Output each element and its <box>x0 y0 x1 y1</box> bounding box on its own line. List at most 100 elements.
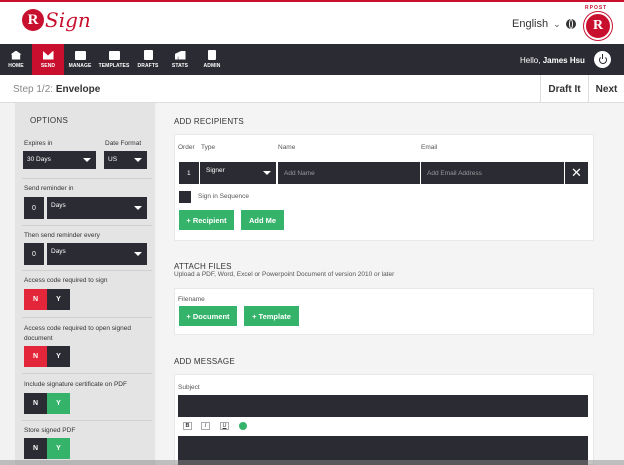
filename-label: Filename <box>178 296 205 303</box>
repeat-number[interactable]: 0 <box>24 243 44 265</box>
add-me-button[interactable]: Add Me <box>241 210 284 230</box>
rsign-logo[interactable]: R Sign <box>22 8 91 32</box>
reminder-unit-select[interactable]: Days <box>47 197 147 219</box>
inbox-icon <box>74 50 86 60</box>
link-icon[interactable] <box>239 422 247 430</box>
subject-input[interactable] <box>178 395 588 417</box>
logo-text: Sign <box>45 8 91 32</box>
step-bar: Step 1/2: Envelope Draft It Next <box>0 75 624 103</box>
step-indicator: Step 1/2: Envelope <box>13 84 100 95</box>
add-template-button[interactable]: + Template <box>244 306 299 326</box>
drafts-icon <box>143 50 153 60</box>
col-order: Order <box>178 144 195 151</box>
underline-button[interactable]: U <box>220 422 229 430</box>
nav-templates[interactable]: TEMPLATES <box>96 44 132 75</box>
nav-admin-label: ADMIN <box>203 63 221 69</box>
close-icon: ✕ <box>571 165 582 180</box>
repeat-unit-select[interactable]: Days <box>47 243 147 265</box>
bold-button[interactable]: B <box>183 422 192 430</box>
certificate-label: Include signature certificate on PDF <box>24 381 127 388</box>
globe-icon <box>565 19 576 29</box>
add-message-title: ADD MESSAGE <box>174 357 235 366</box>
files-card <box>174 288 594 335</box>
col-email: Email <box>421 144 438 151</box>
templates-icon <box>108 50 120 60</box>
col-type: Type <box>201 144 216 151</box>
stats-icon <box>174 50 186 60</box>
divider <box>22 225 152 226</box>
recipient-name-input[interactable]: Add Name <box>278 162 420 184</box>
nav-manage-label: MANAGE <box>68 62 92 69</box>
store-pdf-no-toggle[interactable]: N <box>24 438 47 459</box>
access-open-label: Access code required to open signed docu… <box>24 325 131 342</box>
badge-text: RPOST <box>585 5 608 11</box>
recipient-order: 1 <box>179 162 199 184</box>
remove-recipient-button[interactable]: ✕ <box>565 162 588 184</box>
language-selector[interactable]: English ⌄ <box>512 18 576 30</box>
reminder-unit: Days <box>51 202 66 209</box>
add-recipient-button[interactable]: + Recipient <box>179 210 234 230</box>
nav-send-label: SEND <box>40 62 56 69</box>
window-bottom-edge <box>0 460 624 465</box>
nav-admin[interactable]: ADMIN <box>196 44 228 75</box>
caret-down-icon <box>83 158 91 162</box>
logo-mark: R <box>22 9 44 31</box>
envelope-icon <box>42 50 54 60</box>
store-pdf-label: Store signed PDF <box>24 427 76 434</box>
logout-button[interactable] <box>594 51 611 68</box>
nav-drafts-label: DRAFTS <box>137 63 159 69</box>
attach-files-title: ATTACH FILES <box>174 262 232 271</box>
nav-drafts[interactable]: DRAFTS <box>132 44 164 75</box>
badge-letter: R <box>592 18 604 33</box>
certificate-yes-toggle[interactable]: Y <box>47 393 70 414</box>
italic-button[interactable]: I <box>201 422 210 430</box>
step-number: Step 1/2: <box>13 84 54 95</box>
access-open-yes-toggle[interactable]: Y <box>47 346 70 367</box>
user-greeting: Hello, James Hsu <box>520 56 585 65</box>
admin-icon <box>208 50 216 60</box>
date-format-label: Date Format <box>105 140 142 147</box>
rpost-badge: R <box>584 12 612 40</box>
add-document-button[interactable]: + Document <box>179 306 237 326</box>
expires-label: Expires in <box>24 140 53 147</box>
repeat-reminder-label: Then send reminder every <box>24 232 100 239</box>
subject-label: Subject <box>178 384 200 391</box>
divider <box>22 420 152 421</box>
home-icon <box>10 50 22 60</box>
reminder-number[interactable]: 0 <box>24 197 44 219</box>
recipient-type-select[interactable]: Signer <box>200 162 276 184</box>
top-header: R Sign English ⌄ RPOST R <box>0 0 624 44</box>
divider <box>22 317 152 318</box>
access-sign-label: Access code required to sign <box>24 277 108 284</box>
divider <box>22 270 152 271</box>
nav-home[interactable]: HOME <box>0 44 32 75</box>
nav-stats-label: STATS <box>171 62 189 69</box>
recipient-type: Signer <box>206 167 225 174</box>
sign-in-sequence-checkbox[interactable] <box>179 191 191 203</box>
access-sign-yes-toggle[interactable]: Y <box>47 289 70 310</box>
sign-in-sequence-label: Sign in Sequence <box>198 193 249 200</box>
nav-stats[interactable]: STATS <box>164 44 196 75</box>
recipients-title: ADD RECIPIENTS <box>174 117 244 126</box>
power-icon <box>598 53 607 64</box>
nav-manage[interactable]: MANAGE <box>64 44 96 75</box>
access-open-no-toggle[interactable]: N <box>24 346 47 367</box>
user-name: James Hsu <box>542 56 585 65</box>
certificate-no-toggle[interactable]: N <box>24 393 47 414</box>
caret-down-icon <box>134 206 142 210</box>
date-format-select[interactable]: US <box>104 151 147 169</box>
nav-send[interactable]: SEND <box>32 44 64 75</box>
next-button[interactable]: Next <box>588 75 624 103</box>
draft-it-button[interactable]: Draft It <box>540 75 588 103</box>
recipients-card <box>174 134 594 241</box>
nav-templates-label: TEMPLATES <box>98 62 130 69</box>
recipient-email-input[interactable]: Add Email Address <box>421 162 564 184</box>
store-pdf-yes-toggle[interactable]: Y <box>47 438 70 459</box>
divider <box>22 178 152 179</box>
access-sign-no-toggle[interactable]: N <box>24 289 47 310</box>
reminder-label: Send reminder in <box>24 185 74 192</box>
options-title: OPTIONS <box>30 116 69 125</box>
step-name: Envelope <box>55 84 101 95</box>
expires-select[interactable]: 30 Days <box>23 151 96 169</box>
chevron-down-icon: ⌄ <box>553 18 561 29</box>
